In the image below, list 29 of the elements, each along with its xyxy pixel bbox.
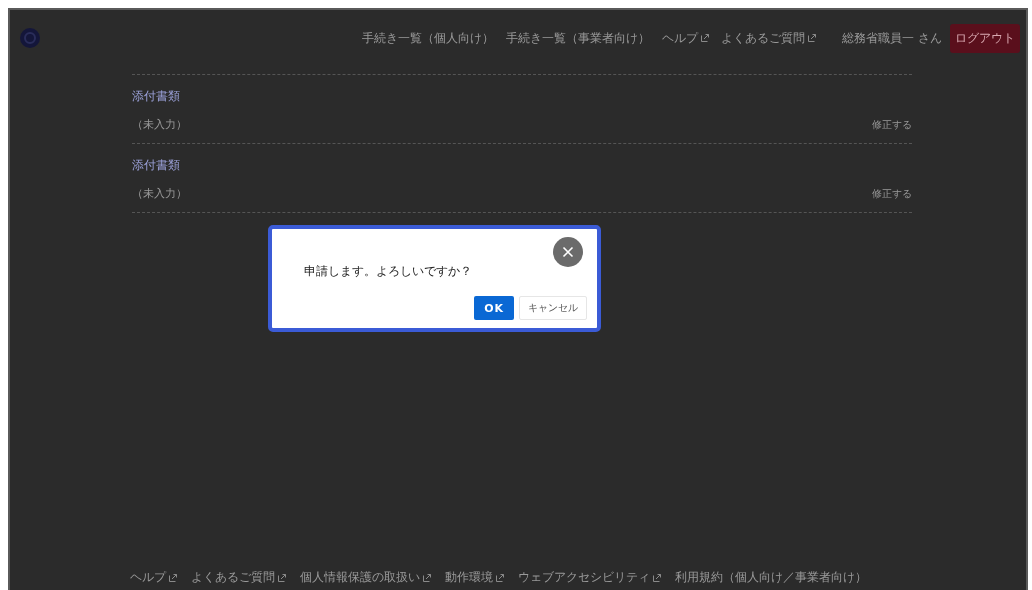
footer-link[interactable]: 利用規約（個人向け／事業者向け） bbox=[675, 569, 867, 586]
user-name: 総務省職員一 さん bbox=[842, 29, 942, 47]
footer-link[interactable]: ヘルプ bbox=[130, 569, 177, 586]
external-link-icon bbox=[496, 573, 504, 582]
footer-link[interactable]: ウェブアクセシビリティ bbox=[518, 569, 661, 586]
field-value: （未入力） bbox=[132, 186, 187, 201]
external-link-icon bbox=[808, 34, 817, 42]
external-link-icon bbox=[701, 34, 710, 42]
external-link-icon bbox=[653, 573, 661, 582]
nav-link[interactable]: よくあるご質問 bbox=[721, 29, 817, 47]
field-value: （未入力） bbox=[132, 117, 187, 132]
dialog-message: 申請します。よろしいですか？ bbox=[304, 263, 473, 280]
nav-link[interactable]: 手続き一覧（個人向け） bbox=[362, 29, 495, 47]
external-link-icon bbox=[423, 573, 431, 582]
ok-button[interactable]: OK bbox=[474, 296, 514, 320]
edit-link[interactable]: 修正する bbox=[872, 186, 912, 201]
footer-link[interactable]: 個人情報保護の取扱い bbox=[300, 569, 431, 586]
cancel-button[interactable]: キャンセル bbox=[519, 296, 587, 320]
section-title: 添付書類 bbox=[132, 88, 181, 105]
external-link-icon bbox=[278, 573, 286, 582]
footer-link[interactable]: よくあるご質問 bbox=[191, 569, 286, 586]
footer-link[interactable]: 動作環境 bbox=[445, 569, 504, 586]
nav-link[interactable]: 手続き一覧（事業者向け） bbox=[506, 29, 651, 47]
close-icon[interactable] bbox=[553, 237, 583, 267]
section-title: 添付書類 bbox=[132, 157, 181, 174]
nav-link[interactable]: ヘルプ bbox=[662, 29, 710, 47]
external-link-icon bbox=[169, 573, 177, 582]
edit-link[interactable]: 修正する bbox=[872, 117, 912, 132]
logout-button[interactable]: ログアウト bbox=[950, 23, 1020, 53]
